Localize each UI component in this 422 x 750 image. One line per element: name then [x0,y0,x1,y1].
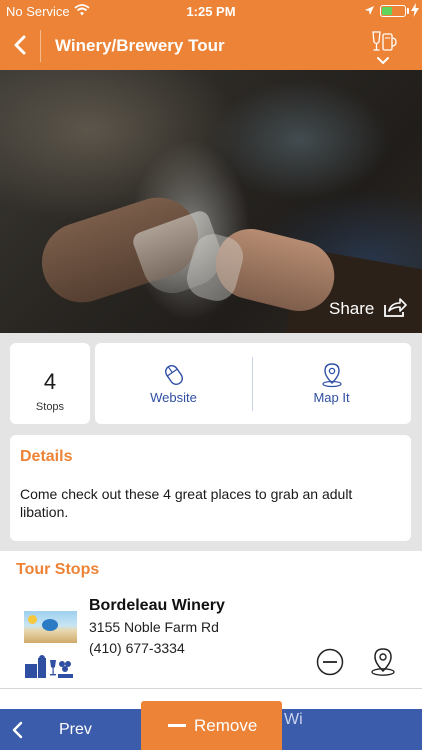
stops-count-card: 4 Stops [10,343,90,424]
map-it-button[interactable]: Map It [253,343,410,424]
prev-label: Prev [59,721,92,738]
stop-divider [0,688,422,689]
remove-circle-icon [316,648,344,676]
back-button[interactable] [8,30,34,60]
stop-map-button[interactable] [370,647,396,677]
chevron-left-icon [14,35,26,55]
map-pin-icon [321,363,342,388]
map-pin-icon [371,648,395,676]
details-body: Come check out these 4 great places to g… [20,486,353,520]
mouse-icon [164,365,183,385]
stop-phone[interactable]: (410) 677-3334 [89,640,185,656]
minus-icon [168,724,186,727]
charging-icon [411,3,419,20]
website-label: Website [150,390,197,405]
tour-stops-heading: Tour Stops [16,561,100,578]
links-card: Website Map It [95,343,411,424]
stops-label: Stops [35,401,65,413]
drinks-filter-icon [372,31,397,65]
clock: 1:25 PM [186,4,236,19]
next-stop-peek: Wi [284,711,303,728]
chevron-left-icon [12,721,23,739]
share-button[interactable]: Share [329,299,374,319]
thumbnail-sun [28,615,37,624]
status-bar: No Service 1:25 PM [0,0,422,22]
battery-tip [407,8,409,14]
battery-level [382,7,392,15]
website-button[interactable]: Website [95,343,252,424]
details-heading: Details [20,448,73,465]
remove-stop-button[interactable] [316,648,344,676]
prev-button[interactable]: Prev [0,709,140,750]
nav-bar: Winery/Brewery Tour [0,22,422,70]
map-it-label: Map It [313,390,350,405]
details-card: Details Come check out these 4 great pla… [10,435,411,541]
stop-address: 3155 Noble Farm Rd [89,619,219,635]
drinks-filter-button[interactable] [368,28,398,68]
remove-button[interactable]: Remove [141,701,282,750]
battery-icon [380,5,406,17]
share-icon[interactable] [382,295,408,319]
hero-image: Share [0,70,422,333]
page-title: Winery/Brewery Tour [55,36,225,55]
stop-thumbnail[interactable] [24,611,77,643]
remove-label: Remove [194,716,258,735]
stop-name[interactable]: Bordeleau Winery [89,597,225,615]
stops-count: 4 [43,369,57,394]
winery-icon [24,654,74,680]
thumbnail-logo [42,619,58,631]
location-arrow-icon [364,4,375,19]
nav-divider [40,30,41,62]
